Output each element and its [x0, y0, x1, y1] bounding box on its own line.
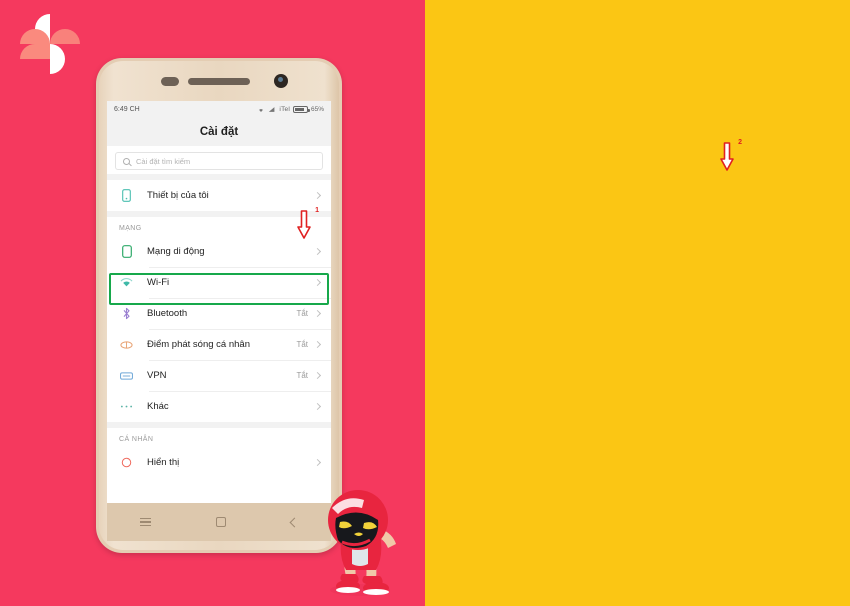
chevron-right-icon	[313, 191, 322, 200]
row-label: Bluetooth	[147, 308, 188, 319]
section-header-canhan: CÁ NHÂN	[107, 428, 331, 447]
home-icon[interactable]	[215, 517, 226, 527]
statusbar-battery-pct: 65%	[310, 105, 324, 113]
more-icon	[118, 404, 135, 409]
row-value: Tắt	[296, 340, 308, 349]
left-phone-top-bezel	[99, 61, 339, 101]
chevron-right-icon	[313, 371, 322, 380]
search-input[interactable]: Cài đặt tìm kiếm	[115, 152, 323, 170]
left-content: Cài đặt tìm kiếm Thiết bị của tôi MẠNG M…	[107, 146, 331, 503]
wifi-icon	[259, 108, 264, 112]
sidebar-item-bluetooth[interactable]: Bluetooth Tắt	[107, 298, 331, 329]
search-area: Cài đặt tìm kiếm	[107, 146, 331, 174]
sidebar-item-my-device[interactable]: Thiết bị của tôi	[107, 180, 331, 211]
annotation-arrow-2: 2	[719, 139, 742, 172]
annotation-number: 2	[738, 139, 742, 146]
row-label: Điểm phát sóng cá nhân	[147, 339, 250, 350]
proximity-sensor	[161, 77, 179, 86]
search-icon	[123, 157, 132, 166]
sidebar-item-vpn[interactable]: VPN Tắt	[107, 360, 331, 391]
signal-icon	[269, 106, 275, 112]
row-label: Wi-Fi	[147, 277, 170, 288]
phone-icon	[118, 189, 135, 202]
left-appbar: Cài đặt	[107, 117, 331, 146]
row-value: Tắt	[296, 371, 308, 380]
front-camera	[274, 74, 288, 88]
chevron-right-icon	[313, 340, 322, 349]
statusbar-carrier: iTel	[279, 105, 290, 113]
statusbar-clock: 6:49 CH	[114, 105, 140, 113]
chevron-right-icon	[313, 309, 322, 318]
screenshot-stage: 6:49 CH iTel 65% Cài đặt Cài đặt tìm kiế…	[0, 0, 850, 606]
chevron-right-icon	[313, 402, 322, 411]
display-icon	[118, 457, 135, 468]
sidebar-item-display[interactable]: Hiển thị	[107, 447, 331, 478]
mascot-character-left	[328, 490, 396, 596]
bluetooth-icon	[118, 307, 135, 320]
vpn-icon	[118, 371, 135, 381]
sidebar-item-hotspot[interactable]: Điểm phát sóng cá nhân Tắt	[107, 329, 331, 360]
left-phone-device: 6:49 CH iTel 65% Cài đặt Cài đặt tìm kiế…	[96, 58, 342, 553]
annotation-number: 1	[315, 207, 319, 214]
sidebar-item-wifi[interactable]: Wi-Fi	[107, 267, 331, 298]
left-navbar	[107, 503, 331, 541]
row-value: Tắt	[296, 309, 308, 318]
wifi-icon	[118, 277, 135, 288]
annotation-arrow-1: 1	[296, 207, 319, 240]
left-panel: 6:49 CH iTel 65% Cài đặt Cài đặt tìm kiế…	[0, 0, 425, 606]
earpiece-grill	[188, 78, 250, 85]
chevron-right-icon	[313, 247, 322, 256]
right-panel: 6:51 CH iTel 65%	[425, 0, 850, 606]
left-statusbar: 6:49 CH iTel 65%	[107, 101, 331, 117]
row-label: VPN	[147, 370, 167, 381]
back-icon[interactable]	[289, 517, 300, 527]
row-label: Hiển thị	[147, 457, 180, 468]
pinwheel-logo	[20, 14, 80, 74]
left-phone-body: 6:49 CH iTel 65% Cài đặt Cài đặt tìm kiế…	[99, 61, 339, 550]
sim-icon	[118, 245, 135, 258]
row-label: Thiết bị của tôi	[147, 190, 209, 201]
hotspot-icon	[118, 340, 135, 350]
left-phone-screen: 6:49 CH iTel 65% Cài đặt Cài đặt tìm kiế…	[107, 101, 331, 503]
menu-icon[interactable]	[139, 515, 151, 529]
page-title: Cài đặt	[199, 125, 239, 138]
row-label: Khác	[147, 401, 169, 412]
sidebar-item-other[interactable]: Khác	[107, 391, 331, 422]
chevron-right-icon	[313, 458, 322, 467]
battery-icon	[292, 105, 310, 113]
row-label: Mạng di động	[147, 246, 205, 257]
sidebar-item-mobile-network[interactable]: Mạng di động	[107, 236, 331, 267]
chevron-right-icon	[313, 278, 322, 287]
search-placeholder: Cài đặt tìm kiếm	[136, 156, 191, 166]
